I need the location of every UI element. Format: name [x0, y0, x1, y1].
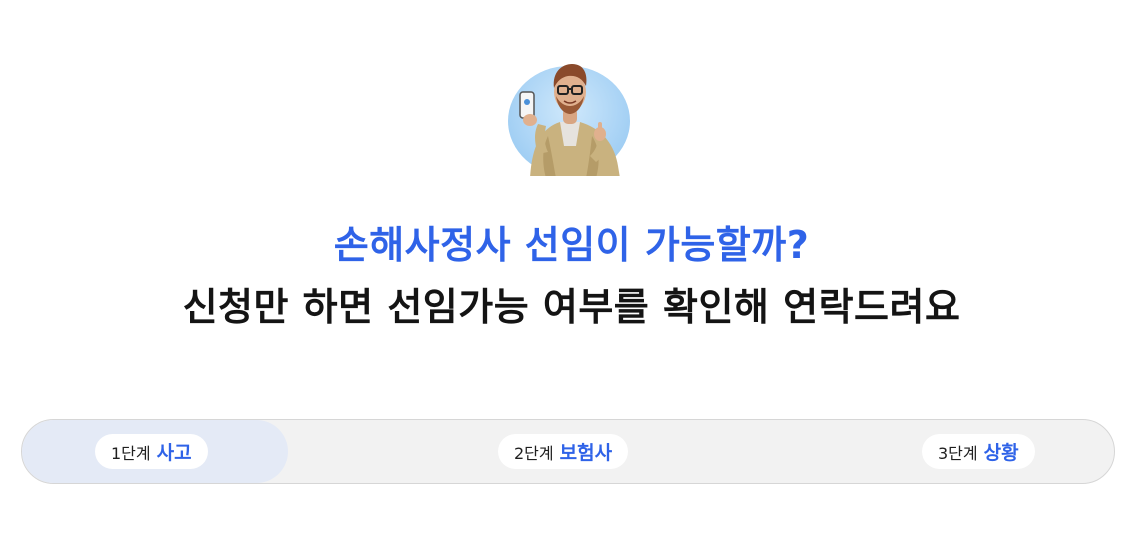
step-number: 1단계 — [111, 443, 151, 463]
headline-description: 신청만 하면 선임가능 여부를 확인해 연락드려요 — [182, 285, 961, 329]
step-label: 보험사 — [559, 442, 613, 464]
step-1-accident[interactable]: 1단계 사고 — [95, 434, 208, 469]
avatar — [508, 44, 632, 178]
step-progress-bar: 1단계 사고 2단계 보험사 3단계 상황 — [21, 419, 1115, 484]
step-2-insurer[interactable]: 2단계 보험사 — [498, 434, 629, 469]
headline-question: 손해사정사 선임이 가능할까? — [333, 223, 810, 267]
step-label: 사고 — [156, 442, 192, 464]
step-3-situation[interactable]: 3단계 상황 — [922, 434, 1035, 469]
step-label: 상황 — [983, 442, 1019, 464]
step-number: 2단계 — [514, 443, 554, 463]
person-holding-phone-thumbs-up-icon — [519, 64, 620, 176]
step-number: 3단계 — [938, 443, 978, 463]
